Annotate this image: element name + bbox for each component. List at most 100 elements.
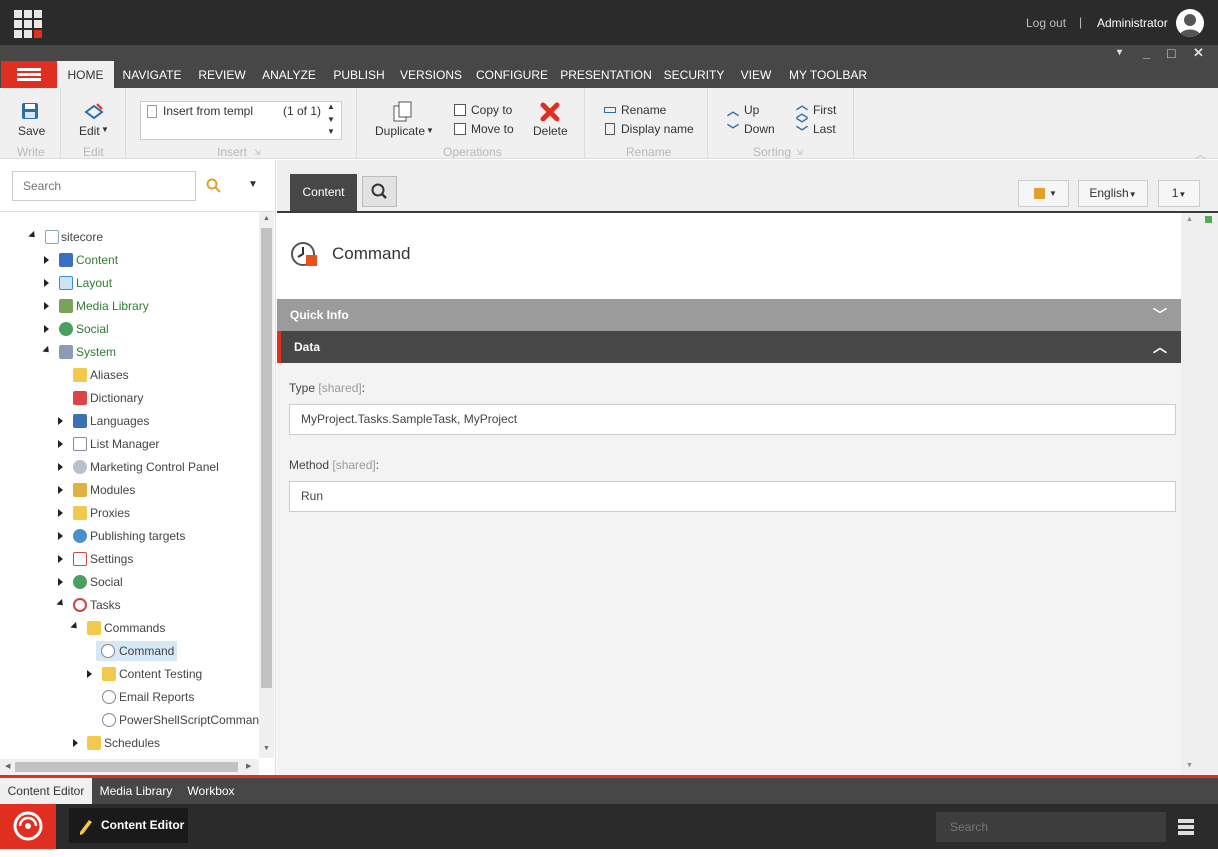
edit-button[interactable]: Edit (79, 124, 100, 138)
tree-node-content-testing[interactable]: Content Testing (119, 664, 202, 684)
tree-node-list-manager[interactable]: List Manager (90, 434, 159, 454)
tree-node-dictionary[interactable]: Dictionary (90, 388, 143, 408)
menu-icon[interactable] (1, 61, 57, 88)
expand-icon[interactable] (44, 279, 49, 287)
last-icon[interactable]: ﹀ ﹀ (796, 118, 808, 138)
insert-launcher-icon[interactable]: ⇲ (254, 148, 261, 157)
tree-node-social[interactable]: Social (76, 319, 109, 339)
sort-last-button[interactable]: Last (813, 122, 836, 136)
chevron-down-icon[interactable]: ﹀ (1153, 305, 1167, 325)
expand-icon[interactable] (44, 256, 49, 264)
tab-configure[interactable]: CONFIGURE (474, 61, 550, 88)
expand-icon[interactable] (73, 739, 78, 747)
expand-icon[interactable] (58, 532, 63, 540)
close-button[interactable]: ✕ (1193, 46, 1204, 60)
tree-node-languages[interactable]: Languages (90, 411, 149, 431)
expand-icon[interactable] (58, 578, 63, 586)
tab-view[interactable]: VIEW (736, 61, 776, 88)
expand-icon[interactable] (87, 670, 92, 678)
logout-link[interactable]: Log out (1026, 16, 1066, 30)
maximize-button[interactable]: □ (1167, 46, 1175, 60)
insert-option[interactable]: Insert from templ (163, 104, 255, 118)
launchpad-icon[interactable] (14, 10, 42, 38)
scroll-up-icon[interactable]: ▲ (1186, 216, 1193, 223)
tree-node-system-social[interactable]: Social (90, 572, 123, 592)
move-to-icon[interactable] (454, 123, 466, 135)
display-name-icon[interactable] (605, 123, 615, 135)
avatar[interactable] (1176, 9, 1204, 37)
version-dropdown[interactable]: 1▼ (1158, 180, 1200, 207)
edit-icon[interactable] (84, 103, 104, 124)
rename-icon[interactable] (604, 107, 616, 113)
expand-icon[interactable] (58, 509, 63, 517)
global-search-input[interactable] (936, 812, 1166, 842)
expand-icon[interactable] (58, 486, 63, 494)
expand-icon[interactable] (58, 440, 63, 448)
tree-node-marketing-control-panel[interactable]: Marketing Control Panel (90, 457, 219, 477)
tab-presentation[interactable]: PRESENTATION (560, 61, 652, 88)
tab-my-toolbar[interactable]: MY TOOLBAR (786, 61, 870, 88)
tab-content[interactable]: Content (290, 174, 357, 211)
tab-security[interactable]: SECURITY (662, 61, 726, 88)
tree-scroll-thumb[interactable] (261, 228, 272, 688)
gallery-expand-icon[interactable]: ▼ (327, 127, 335, 136)
tree-node-system[interactable]: System (76, 342, 116, 362)
data-section[interactable]: Data (277, 331, 1181, 363)
duplicate-dropdown-icon[interactable]: ▼ (426, 126, 434, 135)
sort-up-button[interactable]: Up (744, 103, 759, 117)
delete-button[interactable]: Delete (533, 124, 568, 138)
taskbar-content-editor[interactable]: Content Editor (69, 808, 188, 843)
validation-indicator[interactable] (1205, 216, 1212, 223)
down-icon[interactable]: ﹀ (727, 121, 739, 138)
tree-hscroll-thumb[interactable] (15, 762, 238, 772)
scroll-left-icon[interactable]: ◀ (5, 762, 10, 770)
delete-icon[interactable] (540, 102, 560, 125)
sort-first-button[interactable]: First (813, 103, 836, 117)
expand-icon[interactable] (58, 463, 63, 471)
expand-icon[interactable] (58, 555, 63, 563)
gallery-up-icon[interactable]: ▲ (327, 102, 335, 111)
language-dropdown[interactable]: English▼ (1078, 180, 1148, 207)
tab-publish[interactable]: PUBLISH (330, 61, 388, 88)
first-icon[interactable]: ︿ ︿ (796, 99, 808, 119)
quick-info-section[interactable]: Quick Info (277, 299, 1181, 331)
tab-search[interactable] (362, 176, 397, 207)
gallery-down-icon[interactable]: ▼ (327, 115, 335, 124)
tree-node-commands[interactable]: Commands (104, 618, 165, 638)
copy-to-button[interactable]: Copy to (471, 103, 512, 117)
tree-node-aliases[interactable]: Aliases (90, 365, 129, 385)
sitecore-logo-icon[interactable] (0, 804, 56, 849)
search-options-icon[interactable]: ▼ (248, 179, 258, 190)
bottom-tab-content-editor[interactable]: Content Editor (0, 778, 92, 804)
sorting-launcher-icon[interactable]: ⇲ (796, 148, 803, 157)
display-name-button[interactable]: Display name (621, 122, 694, 136)
method-field[interactable]: Run (289, 481, 1176, 512)
tree-node-media-library[interactable]: Media Library (76, 296, 149, 316)
save-icon[interactable] (21, 102, 39, 123)
tree-node-command[interactable]: Command (119, 641, 174, 661)
tree-node-powershell-script-command[interactable]: PowerShellScriptCommand (119, 710, 266, 730)
bottom-tab-workbox[interactable]: Workbox (180, 778, 242, 804)
tab-navigate[interactable]: NAVIGATE (116, 61, 188, 88)
expand-icon[interactable] (44, 325, 49, 333)
tree-node-content[interactable]: Content (76, 250, 118, 270)
copy-to-icon[interactable] (454, 104, 466, 116)
user-name[interactable]: Administrator (1097, 16, 1168, 30)
tree-node-layout[interactable]: Layout (76, 273, 112, 293)
edit-dropdown-icon[interactable]: ▼ (101, 125, 109, 134)
chevron-up-icon[interactable]: ︿ (1153, 337, 1167, 357)
scroll-up-icon[interactable]: ▲ (263, 215, 270, 222)
move-to-button[interactable]: Move to (471, 122, 514, 136)
save-button[interactable]: Save (18, 124, 45, 138)
tree-node-publishing-targets[interactable]: Publishing targets (90, 526, 185, 546)
tree-node-tasks[interactable]: Tasks (90, 595, 121, 615)
minimize-button[interactable]: _ (1143, 46, 1150, 60)
duplicate-icon[interactable] (393, 101, 413, 126)
search-icon[interactable] (206, 178, 222, 197)
tree-node-proxies[interactable]: Proxies (90, 503, 130, 523)
expand-icon[interactable] (44, 302, 49, 310)
tab-home[interactable]: HOME (57, 61, 114, 88)
server-icon[interactable] (1177, 818, 1195, 839)
up-icon[interactable]: ︿ (727, 102, 739, 119)
type-field[interactable]: MyProject.Tasks.SampleTask, MyProject (289, 404, 1176, 435)
